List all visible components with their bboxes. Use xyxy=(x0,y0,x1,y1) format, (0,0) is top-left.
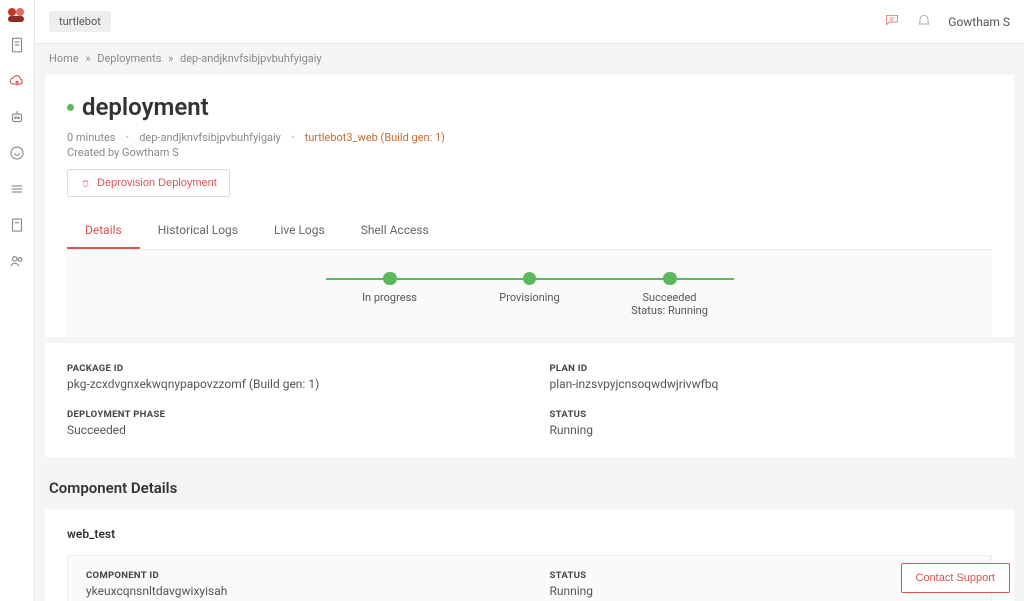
breadcrumb: Home » Deployments » dep-andjknvfsibjpvb… xyxy=(35,44,1024,69)
trash-icon xyxy=(80,178,91,189)
deprovision-button[interactable]: Deprovision Deployment xyxy=(67,169,230,197)
breadcrumb-current: dep-andjknvfsibjpvbuhfyigaiy xyxy=(180,52,322,65)
progress-node-icon xyxy=(663,272,677,285)
tab-shell-access[interactable]: Shell Access xyxy=(343,213,447,249)
plan-id-value: plan-inzsvpyjcnsoqwdwjrivwfbq xyxy=(550,377,993,391)
tab-historical-logs[interactable]: Historical Logs xyxy=(140,213,256,249)
user-name[interactable]: Gowtham S xyxy=(948,15,1010,29)
phase-value: Succeeded xyxy=(67,423,510,437)
robot-icon[interactable] xyxy=(8,108,26,130)
chat-icon[interactable] xyxy=(884,12,900,32)
phase-label: DEPLOYMENT PHASE xyxy=(67,409,510,420)
component-card: web_test COMPONENT ID ykeuxcqnsnltdavgwix… xyxy=(45,509,1014,601)
progress-label: SucceededStatus: Running xyxy=(631,291,708,317)
menu-icon[interactable] xyxy=(8,180,26,202)
component-id-label: COMPONENT ID xyxy=(86,570,510,581)
package-id-value: pkg-zcxdvgnxekwqnypapovzzomf (Build gen:… xyxy=(67,377,510,391)
deployment-info-card: PACKAGE ID pkg-zcxdvgnxekwqnypapovzzomf (… xyxy=(45,343,1014,457)
plan-id-label: PLAN ID xyxy=(550,363,993,374)
breadcrumb-deployments[interactable]: Deployments xyxy=(97,52,161,65)
warning-icon[interactable] xyxy=(8,144,26,166)
progress-node-icon xyxy=(523,272,536,285)
progress-label: Provisioning xyxy=(499,291,559,304)
bell-icon[interactable] xyxy=(916,12,932,32)
package-link[interactable]: turtlebot3_web (Build gen: 1) xyxy=(305,131,445,144)
deployment-id: dep-andjknvfsibjpvbuhfyigaiy xyxy=(139,131,281,144)
progress-section: In progress Provisioning SucceededStatus… xyxy=(67,250,992,337)
component-name: web_test xyxy=(67,527,992,541)
progress-label: In progress xyxy=(362,291,417,304)
status-dot-icon xyxy=(67,104,74,111)
topbar: turtlebot Gowtham S xyxy=(35,0,1024,44)
page-title: deployment xyxy=(82,93,209,121)
status-value: Running xyxy=(550,423,993,437)
users-icon[interactable] xyxy=(8,252,26,274)
note-icon[interactable] xyxy=(8,216,26,238)
component-id-value: ykeuxcqnsnltdavgwixyisah xyxy=(86,584,510,598)
package-id-label: PACKAGE ID xyxy=(67,363,510,374)
workspace-pill[interactable]: turtlebot xyxy=(49,11,111,32)
deployment-age: 0 minutes xyxy=(67,131,115,144)
contact-support-button[interactable]: Contact Support xyxy=(901,563,1011,593)
breadcrumb-home[interactable]: Home xyxy=(49,52,79,65)
logo-icon xyxy=(8,8,26,22)
deployment-header-card: deployment 0 minutes • dep-andjknvfsibjp… xyxy=(45,75,1014,337)
sidebar xyxy=(0,0,35,601)
created-by: Created by Gowtham S xyxy=(67,146,992,159)
tabs: Details Historical Logs Live Logs Shell … xyxy=(67,213,992,250)
tab-live-logs[interactable]: Live Logs xyxy=(256,213,343,249)
cloud-icon[interactable] xyxy=(8,72,26,94)
component-details-heading: Component Details xyxy=(35,463,1024,503)
page-icon[interactable] xyxy=(8,36,26,58)
tab-details[interactable]: Details xyxy=(67,213,140,249)
status-label: STATUS xyxy=(550,409,993,420)
progress-node-icon xyxy=(383,272,397,285)
